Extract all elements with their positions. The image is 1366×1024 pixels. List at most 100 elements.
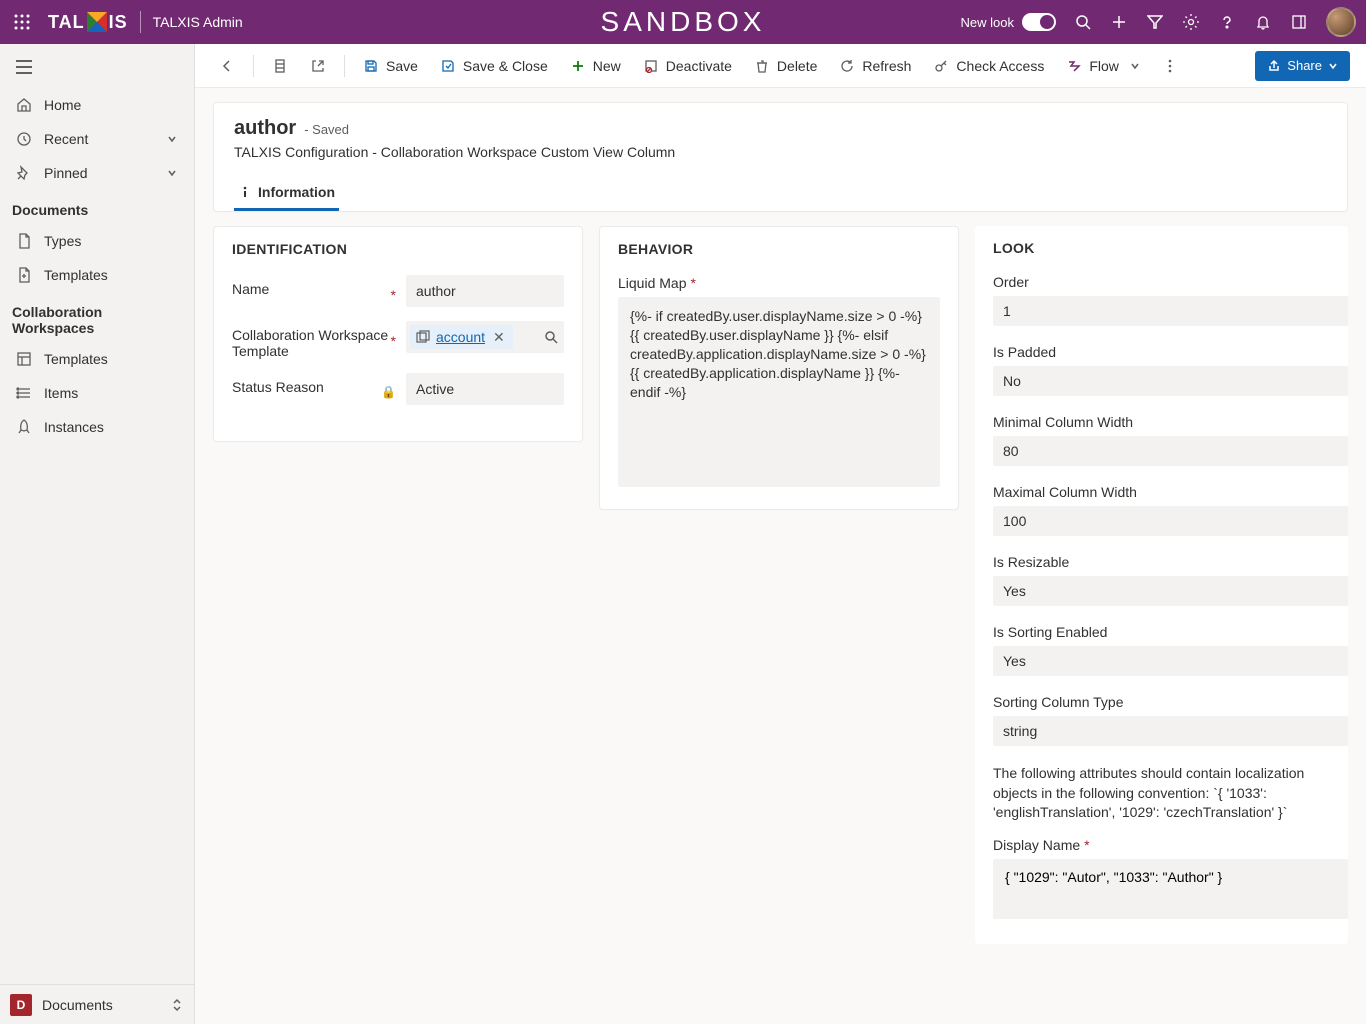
popout-icon bbox=[310, 58, 326, 74]
maxw-input[interactable] bbox=[993, 506, 1348, 536]
app-name[interactable]: TALXIS Admin bbox=[153, 14, 243, 30]
lookup-link[interactable]: account bbox=[436, 329, 485, 345]
popout-button[interactable] bbox=[302, 50, 334, 82]
nav-cw-templates[interactable]: Templates bbox=[0, 342, 194, 376]
nav-templates[interactable]: Templates bbox=[0, 258, 194, 292]
area-switcher[interactable]: D Documents bbox=[0, 984, 194, 1024]
trash-icon bbox=[754, 58, 770, 74]
field-label-minw: Minimal Column Width bbox=[993, 414, 1133, 430]
cmd-label: Deactivate bbox=[666, 58, 732, 74]
field-label-liquid: Liquid Map bbox=[618, 275, 687, 291]
clock-icon bbox=[16, 131, 32, 147]
remove-lookup-icon[interactable]: ✕ bbox=[491, 329, 507, 346]
app-launcher-icon[interactable] bbox=[10, 10, 34, 34]
section-behavior: BEHAVIOR Liquid Map* {%- if createdBy.us… bbox=[599, 226, 959, 510]
minw-input[interactable] bbox=[993, 436, 1348, 466]
main-content: Save Save & Close New Deactivate Delete … bbox=[195, 44, 1366, 1024]
localization-note: The following attributes should contain … bbox=[993, 764, 1348, 823]
display-name-input[interactable] bbox=[993, 859, 1348, 919]
document-plus-icon bbox=[16, 267, 32, 283]
back-button[interactable] bbox=[211, 50, 243, 82]
cmd-label: Flow bbox=[1089, 58, 1119, 74]
nav-label: Instances bbox=[44, 419, 104, 435]
liquid-map-input[interactable]: {%- if createdBy.user.displayName.size >… bbox=[618, 297, 940, 487]
nav-cw-items[interactable]: Items bbox=[0, 376, 194, 410]
search-icon[interactable] bbox=[1074, 13, 1092, 31]
nav-home[interactable]: Home bbox=[0, 88, 194, 122]
flow-button[interactable]: Flow bbox=[1058, 50, 1148, 82]
nav-label: Templates bbox=[44, 351, 108, 367]
field-label-order: Order bbox=[993, 274, 1029, 290]
nav-label: Templates bbox=[44, 267, 108, 283]
record-title: author bbox=[234, 117, 296, 140]
gear-icon[interactable] bbox=[1182, 13, 1200, 31]
section-look: LOOK Order Is Padded Minimal Column Widt… bbox=[975, 226, 1348, 944]
home-icon bbox=[16, 97, 32, 113]
field-label-sorttype: Sorting Column Type bbox=[993, 694, 1123, 710]
order-input[interactable] bbox=[993, 296, 1348, 326]
sorting-input[interactable] bbox=[993, 646, 1348, 676]
cmd-label: Save & Close bbox=[463, 58, 548, 74]
user-avatar[interactable] bbox=[1326, 7, 1356, 37]
search-icon[interactable] bbox=[544, 330, 558, 344]
talxis-logo: TALIS bbox=[48, 12, 128, 33]
open-record-set-button[interactable] bbox=[264, 50, 296, 82]
nav-group-documents: Documents bbox=[0, 190, 194, 224]
area-badge: D bbox=[10, 994, 32, 1016]
new-button[interactable]: New bbox=[562, 50, 629, 82]
deactivate-button[interactable]: Deactivate bbox=[635, 50, 740, 82]
more-vertical-icon bbox=[1162, 58, 1178, 74]
nav-cw-instances[interactable]: Instances bbox=[0, 410, 194, 444]
nav-pinned[interactable]: Pinned bbox=[0, 156, 194, 190]
chevron-down-icon bbox=[166, 133, 178, 145]
swap-icon bbox=[170, 998, 184, 1012]
cmd-label: Refresh bbox=[862, 58, 911, 74]
top-app-bar: TALIS TALXIS Admin SANDBOX New look bbox=[0, 0, 1366, 44]
delete-button[interactable]: Delete bbox=[746, 50, 825, 82]
refresh-icon bbox=[839, 58, 855, 74]
field-label-resizable: Is Resizable bbox=[993, 554, 1069, 570]
save-button[interactable]: Save bbox=[355, 50, 426, 82]
resizable-input[interactable] bbox=[993, 576, 1348, 606]
padded-input[interactable] bbox=[993, 366, 1348, 396]
check-access-button[interactable]: Check Access bbox=[925, 50, 1052, 82]
section-title: LOOK bbox=[993, 240, 1348, 256]
help-icon[interactable] bbox=[1218, 13, 1236, 31]
tab-information[interactable]: Information bbox=[234, 176, 339, 211]
overflow-button[interactable] bbox=[1154, 50, 1186, 82]
sorttype-input[interactable] bbox=[993, 716, 1348, 746]
plus-icon[interactable] bbox=[1110, 13, 1128, 31]
field-label-name: Name bbox=[232, 281, 269, 297]
share-icon bbox=[1267, 59, 1281, 73]
field-label-sorting: Is Sorting Enabled bbox=[993, 624, 1107, 640]
refresh-button[interactable]: Refresh bbox=[831, 50, 919, 82]
nav-types[interactable]: Types bbox=[0, 224, 194, 258]
record-header: author - Saved TALXIS Configuration - Co… bbox=[213, 102, 1348, 212]
save-icon bbox=[363, 58, 379, 74]
bell-icon[interactable] bbox=[1254, 13, 1272, 31]
cwt-lookup[interactable]: account ✕ bbox=[406, 321, 564, 353]
document-icon bbox=[16, 233, 32, 249]
field-label-cwt: Collaboration Workspace Template bbox=[232, 327, 391, 359]
key-icon bbox=[933, 58, 949, 74]
tab-label: Information bbox=[258, 184, 335, 200]
cmd-label: New bbox=[593, 58, 621, 74]
cmd-label: Delete bbox=[777, 58, 817, 74]
chevron-down-icon bbox=[1328, 61, 1338, 71]
nav-group-collab: Collaboration Workspaces bbox=[0, 292, 194, 342]
nav-recent[interactable]: Recent bbox=[0, 122, 194, 156]
deactivate-icon bbox=[643, 58, 659, 74]
filter-icon[interactable] bbox=[1146, 13, 1164, 31]
field-label-maxw: Maximal Column Width bbox=[993, 484, 1137, 500]
save-close-button[interactable]: Save & Close bbox=[432, 50, 556, 82]
lookup-chip: account ✕ bbox=[410, 325, 513, 349]
pin-icon bbox=[16, 165, 32, 181]
new-look-toggle[interactable]: New look bbox=[961, 13, 1056, 31]
hamburger-icon[interactable] bbox=[0, 54, 194, 88]
share-button[interactable]: Share bbox=[1255, 51, 1350, 81]
nav-label: Recent bbox=[44, 131, 88, 147]
name-input[interactable] bbox=[406, 275, 564, 307]
panel-icon[interactable] bbox=[1290, 13, 1308, 31]
entity-icon bbox=[416, 330, 430, 344]
list-icon bbox=[16, 385, 32, 401]
